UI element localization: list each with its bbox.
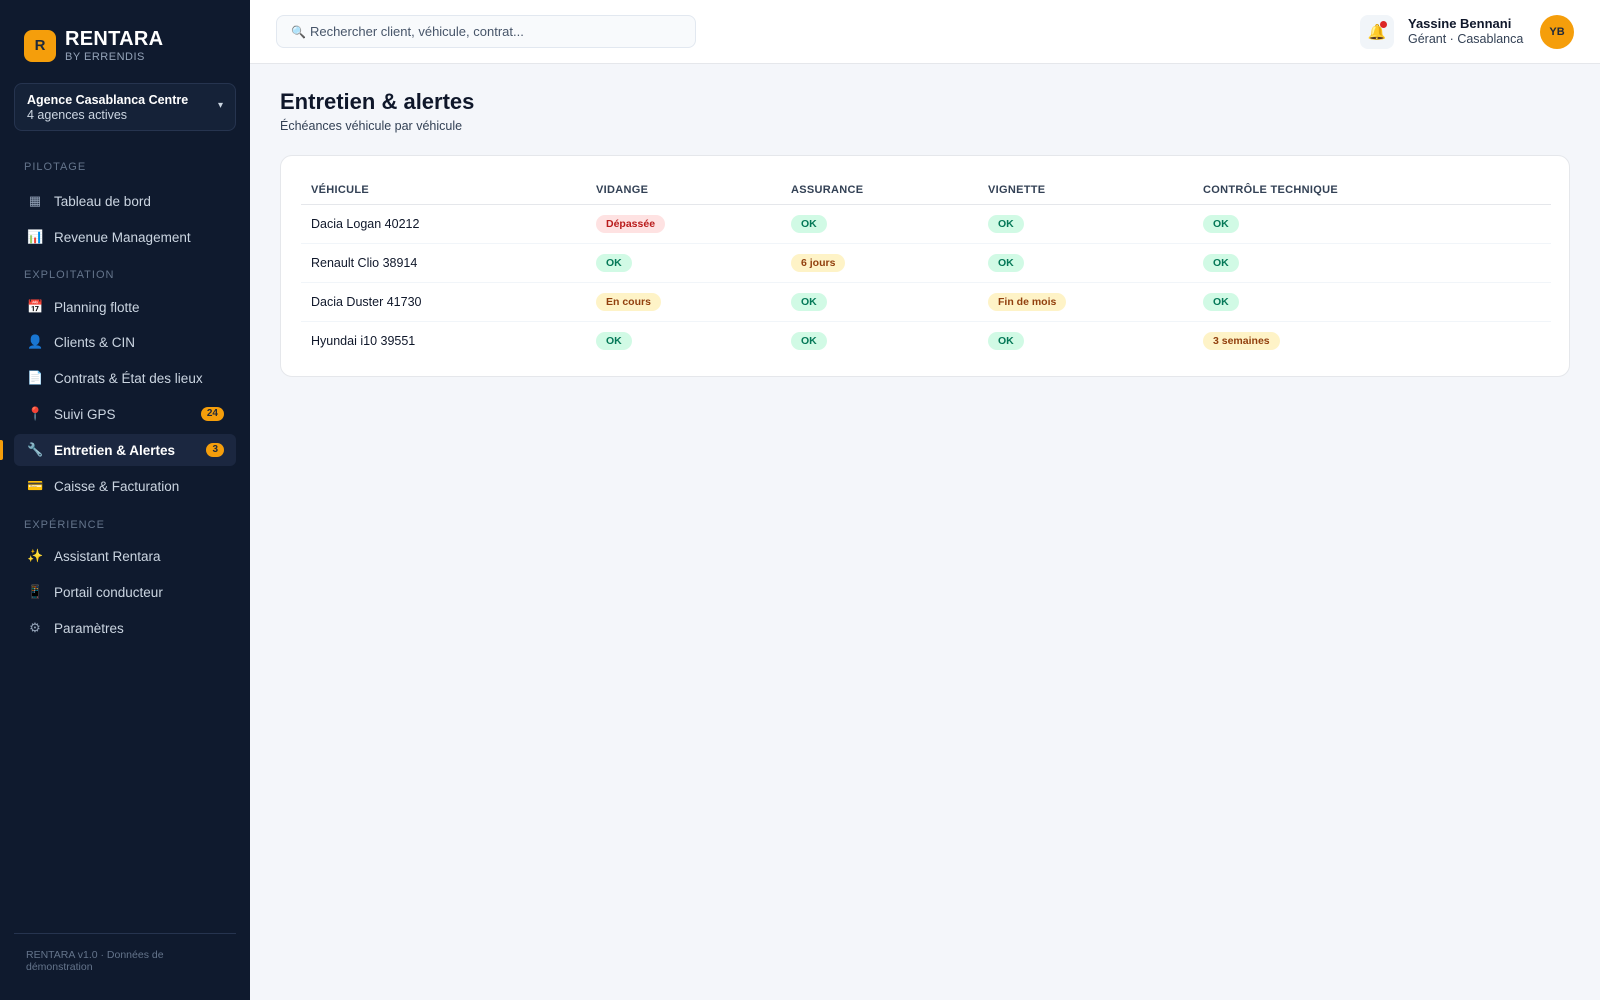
table-header-row: VÉHICULE VIDANGE ASSURANCE VIGNETTE CONT… [301,176,1551,205]
wrench-icon: 🔧 [27,442,44,457]
sidebar-item-label: Contrats & État des lieux [54,370,203,386]
user-name: Yassine Bennani [1408,16,1512,31]
user-role: Gérant · Casablanca [1408,32,1524,46]
status-badge: OK [988,331,1024,350]
alerts-count-badge: 3 [206,443,224,457]
sidebar-item-planning-flotte[interactable]: 📅 Planning flotte [14,291,236,323]
sidebar-item-contrats[interactable]: 📄 Contrats & État des lieux [14,362,236,394]
sidebar-item-caisse-facturation[interactable]: 💳 Caisse & Facturation [14,470,236,502]
sidebar-item-label: Entretien & Alertes [54,442,176,458]
page-subtitle: Échéances véhicule par véhicule [280,119,463,133]
status-badge: OK [791,331,827,350]
column-header-assurance: ASSURANCE [781,176,978,205]
nav-section-exploitation: EXPLOITATION [24,269,115,281]
credit-card-icon: 💳 [27,478,44,493]
user-icon: 👤 [27,334,44,349]
nav-section-experience: EXPÉRIENCE [24,519,105,531]
status-badge: OK [1203,292,1239,311]
topbar: 🔍 Rechercher client, véhicule, contrat..… [250,0,1600,64]
search-box[interactable]: 🔍 Rechercher client, véhicule, contrat..… [276,15,696,48]
notification-dot [1380,21,1387,28]
active-indicator [0,440,3,460]
column-header-vidange: VIDANGE [586,176,781,205]
page-title: Entretien & alertes [280,89,475,114]
sidebar-divider [14,933,236,934]
vehicle-name: Renault Clio 38914 [301,243,586,283]
table-row[interactable]: Dacia Logan 40212 Dépassée OK OK OK [301,204,1551,244]
gps-count-badge: 24 [200,407,224,421]
status-badge: Fin de mois [988,292,1067,311]
sidebar-footer: RENTARA v1.0 · Données de démonstration [26,949,164,973]
sidebar-item-label: Portail conducteur [54,584,163,600]
avatar[interactable]: YB [1540,15,1574,49]
table-row[interactable]: Dacia Duster 41730 En cours OK Fin de mo… [301,282,1551,322]
status-badge: OK [988,214,1024,233]
document-icon: 📄 [27,370,44,385]
status-badge: 3 semaines [1203,331,1280,350]
search-icon: 🔍 [291,24,306,39]
dashboard-icon: ▦ [28,193,42,208]
sidebar: R RENTARA BY ERRENDIS Agence Casablanca … [0,0,250,1000]
sidebar-item-entretien-alertes[interactable]: 🔧 Entretien & Alertes 3 [14,434,236,466]
map-pin-icon: 📍 [27,406,44,421]
status-badge: 6 jours [791,253,846,272]
notifications-button[interactable]: 🔔 [1360,15,1394,49]
column-header-controle-technique: CONTRÔLE TECHNIQUE [1193,176,1551,205]
status-badge: OK [791,214,827,233]
status-badge: OK [988,253,1024,272]
sidebar-item-label: Planning flotte [54,299,140,315]
sidebar-item-label: Clients & CIN [54,334,136,350]
sidebar-item-label: Assistant Rentara [54,548,161,564]
sidebar-item-assistant[interactable]: ✨ Assistant Rentara [14,540,236,572]
maintenance-table: VÉHICULE VIDANGE ASSURANCE VIGNETTE CONT… [301,176,1551,360]
calendar-icon: 📅 [27,299,44,314]
sidebar-item-label: Paramètres [54,620,124,636]
status-badge: OK [596,331,632,350]
brand-name: RENTARA [65,28,164,50]
brand-sub: BY ERRENDIS [65,51,145,63]
brand[interactable]: R RENTARA BY ERRENDIS [24,28,163,63]
vehicle-name: Hyundai i10 39551 [311,333,416,348]
sidebar-item-tableau-de-bord[interactable]: ▦ Tableau de bord [14,185,236,217]
column-header-vignette: VIGNETTE [978,176,1193,205]
sparkles-icon: ✨ [27,548,44,563]
bar-chart-icon: 📊 [27,229,44,244]
sidebar-item-suivi-gps[interactable]: 📍 Suivi GPS 24 [14,398,236,430]
sidebar-item-portail-conducteur[interactable]: 📱 Portail conducteur [14,576,236,608]
mobile-phone-icon: 📱 [27,584,44,599]
status-badge: En cours [596,292,661,311]
status-badge: OK [791,292,827,311]
agency-selector[interactable]: Agence Casablanca Centre 4 agences activ… [14,83,236,131]
status-badge: Dépassée [596,214,666,233]
sidebar-item-label: Tableau de bord [54,193,151,209]
agency-count: 4 agences actives [27,108,128,122]
brand-logo-icon: R [24,29,56,62]
table-row[interactable]: Hyundai i10 39551 OK OK OK 3 semaines [301,321,1551,360]
vehicle-name: Dacia Logan 40212 [301,204,586,244]
chevron-down-icon: ▾ [217,100,223,111]
status-badge: OK [1203,214,1239,233]
sidebar-item-revenue-management[interactable]: 📊 Revenue Management [14,221,236,253]
sidebar-item-label: Revenue Management [54,229,191,245]
maintenance-table-card: VÉHICULE VIDANGE ASSURANCE VIGNETTE CONT… [280,155,1570,377]
nav-section-pilotage: PILOTAGE [24,161,87,173]
table-row[interactable]: Renault Clio 38914 OK 6 jours OK OK [301,243,1551,283]
vehicle-name: Dacia Duster 41730 [301,282,586,322]
sidebar-item-clients[interactable]: 👤 Clients & CIN [14,326,236,358]
column-header-vehicule: VÉHICULE [301,176,586,205]
sidebar-item-label: Suivi GPS [54,406,116,422]
sidebar-item-label: Caisse & Facturation [54,478,180,494]
sidebar-item-parametres[interactable]: ⚙ Paramètres [14,612,236,644]
gear-icon: ⚙ [29,620,41,635]
status-badge: OK [596,253,632,272]
agency-name: Agence Casablanca Centre [27,93,189,107]
search-input[interactable]: Rechercher client, véhicule, contrat... [310,24,524,39]
user-info[interactable]: Yassine Bennani Gérant · Casablanca [1408,16,1523,46]
status-badge: OK [1203,253,1239,272]
